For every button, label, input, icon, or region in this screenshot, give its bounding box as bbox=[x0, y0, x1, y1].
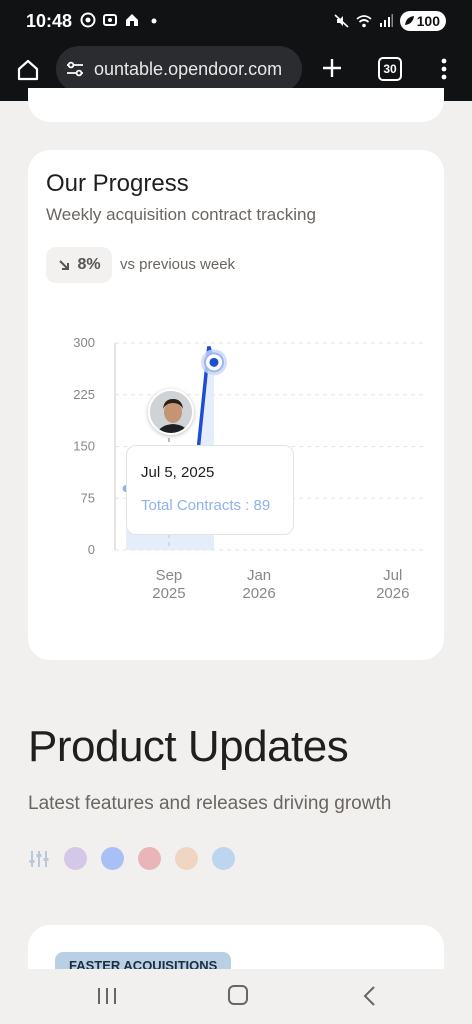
home-app-icon bbox=[126, 14, 138, 26]
filter-dot-light-blue[interactable] bbox=[212, 847, 235, 870]
status-left-icons bbox=[80, 12, 162, 28]
product-updates-title: Product Updates bbox=[28, 722, 349, 771]
recent-apps-icon[interactable] bbox=[96, 986, 118, 1006]
address-bar[interactable]: ountable.opendoor.com bbox=[56, 46, 302, 92]
status-time: 10:48 bbox=[26, 11, 73, 31]
y-tick-label: 75 bbox=[81, 490, 95, 505]
change-percent: 8% bbox=[77, 256, 101, 273]
filter-dot-red[interactable] bbox=[138, 847, 161, 870]
y-tick-label: 225 bbox=[73, 387, 95, 402]
latest-point-marker[interactable] bbox=[200, 349, 227, 376]
filter-row bbox=[28, 847, 235, 870]
product-updates-subtitle: Latest features and releases driving gro… bbox=[28, 793, 392, 814]
battery-level: 100 bbox=[416, 13, 440, 29]
status-bar: 10:48 100 bbox=[0, 0, 472, 44]
status-right-icons: 100 bbox=[334, 11, 446, 31]
avatar bbox=[148, 389, 194, 435]
home-button-icon[interactable] bbox=[228, 985, 248, 1005]
home-icon[interactable] bbox=[16, 58, 40, 82]
filter-dot-blue[interactable] bbox=[101, 847, 124, 870]
url-text: ountable.opendoor.com bbox=[94, 58, 283, 79]
filter-dot-peach[interactable] bbox=[175, 847, 198, 870]
change-label: vs previous week bbox=[120, 256, 236, 273]
y-tick-label: 300 bbox=[73, 335, 95, 350]
x-tick-label: Jul bbox=[383, 567, 402, 584]
change-badge: 8% bbox=[46, 247, 112, 283]
tooltip-value: Total Contracts : 89 bbox=[141, 497, 271, 514]
dot-icon bbox=[151, 18, 157, 24]
marker-dot bbox=[209, 357, 219, 367]
screenshot-icon bbox=[103, 14, 117, 26]
progress-subtitle: Weekly acquisition contract tracking bbox=[46, 205, 316, 224]
mute-icon bbox=[334, 14, 349, 28]
x-tick-year: 2025 bbox=[152, 585, 185, 602]
tabs-icon[interactable]: 30 bbox=[378, 57, 402, 81]
progress-title: Our Progress bbox=[46, 170, 189, 197]
progress-card: Our Progress Weekly acquisition contract… bbox=[28, 150, 444, 660]
filter-dot-purple[interactable] bbox=[64, 847, 87, 870]
system-nav-bar bbox=[0, 969, 472, 1024]
x-tick-label: Sep bbox=[156, 567, 183, 584]
wifi-icon bbox=[356, 15, 372, 28]
site-settings-icon[interactable] bbox=[64, 58, 86, 80]
battery-saver-icon bbox=[404, 16, 414, 25]
chrome-icon bbox=[80, 12, 96, 28]
x-axis-labels: Sep2025Jan2026Jul2026 bbox=[152, 567, 409, 602]
back-icon[interactable] bbox=[362, 985, 376, 1007]
new-tab-icon[interactable] bbox=[320, 56, 344, 80]
filter-sliders-icon[interactable] bbox=[28, 848, 50, 870]
menu-icon[interactable] bbox=[436, 56, 452, 82]
tooltip-date: Jul 5, 2025 bbox=[141, 464, 215, 481]
battery-icon: 100 bbox=[399, 11, 446, 31]
chart-tooltip: Jul 5, 2025 Total Contracts : 89 bbox=[126, 445, 294, 535]
x-tick-label: Jan bbox=[247, 567, 271, 584]
y-tick-label: 0 bbox=[88, 542, 95, 557]
arrow-down-right-icon bbox=[59, 260, 70, 270]
previous-card bbox=[28, 88, 444, 122]
x-tick-year: 2026 bbox=[376, 585, 409, 602]
y-tick-label: 150 bbox=[73, 439, 95, 454]
x-tick-year: 2026 bbox=[242, 585, 275, 602]
signal-icon bbox=[379, 14, 393, 27]
y-axis-labels: 300 225 150 75 0 bbox=[73, 335, 95, 557]
